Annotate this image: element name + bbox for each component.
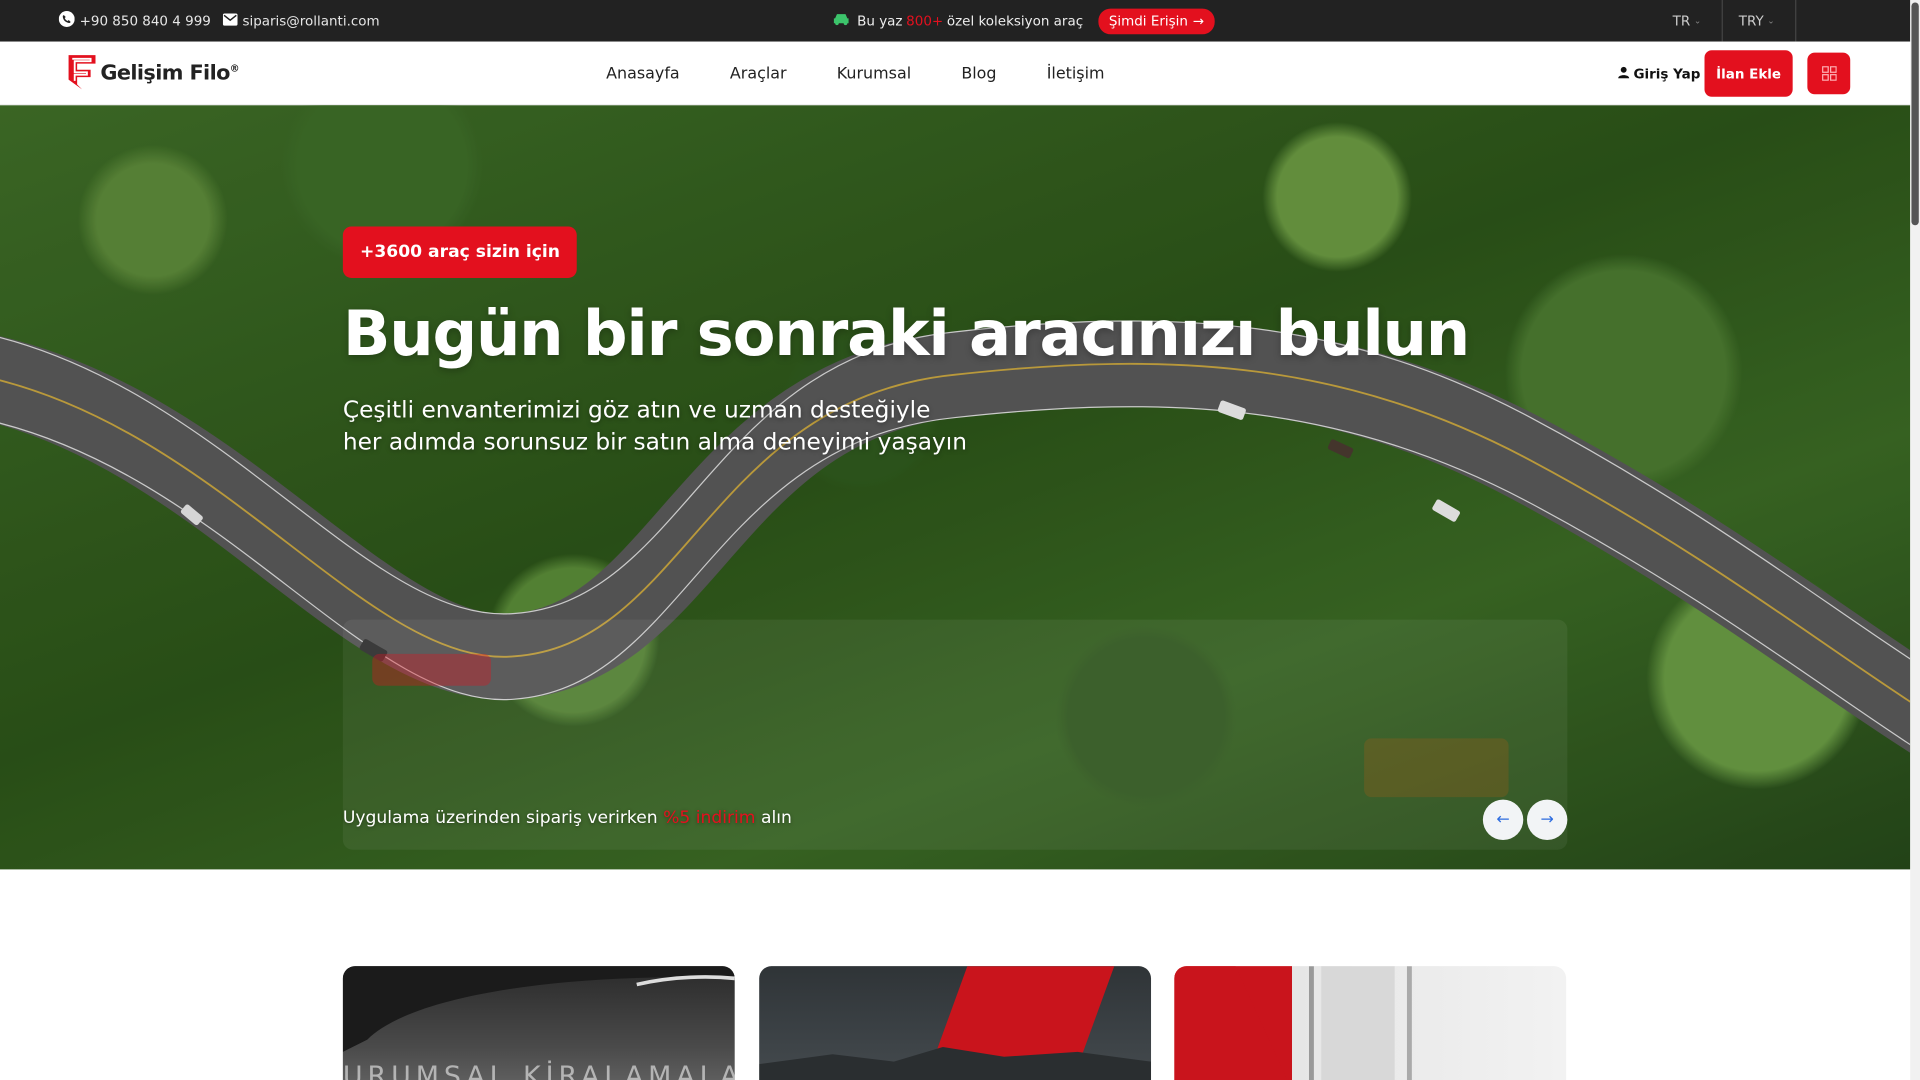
currency-value: TRY (1738, 12, 1764, 29)
chevron-down-icon: ⌄ (1693, 15, 1702, 26)
scrollbar-thumb[interactable] (1911, 2, 1919, 226)
card-title: URUMSAL KİRALAMALAR (342, 1061, 735, 1080)
page-scrollbar[interactable] (1910, 0, 1920, 1080)
access-now-button[interactable]: Şimdi Erişin → (1097, 7, 1216, 34)
promo-suffix: alın (760, 808, 792, 828)
phone-number: +90 850 840 4 999 (79, 12, 211, 29)
building-image (1174, 966, 1412, 1080)
service-card[interactable] (1174, 966, 1567, 1080)
add-listing-button[interactable]: İlan Ekle (1704, 50, 1793, 97)
promo-suffix: özel koleksiyon araç (946, 12, 1084, 29)
logo-mark-icon (66, 53, 98, 95)
email-address: siparis@rollanti.com (242, 12, 380, 29)
top-promo: Bu yaz 800+ özel koleksiyon araç Şimdi E… (833, 0, 1216, 42)
grid-icon (1821, 62, 1837, 85)
slider-next-button[interactable]: → (1526, 799, 1568, 841)
site-logo[interactable]: Gelişim Filo® (66, 51, 240, 95)
promo-prefix: Bu yaz (857, 12, 903, 29)
nav-item-contact[interactable]: İletişim (1047, 64, 1105, 82)
service-card[interactable] (759, 966, 1152, 1080)
hero-title: Bugün bir sonraki aracınızı bulun (342, 298, 1470, 372)
login-link[interactable]: Giriş Yap (1618, 42, 1701, 106)
logo-text: Gelişim Filo® (100, 61, 239, 86)
badge-text: +3600 araç sizin için (360, 242, 560, 263)
hero-subtitle-line-2: her adımda sorunsuz bir satın alma deney… (342, 428, 967, 456)
hero-subtitle: Çeşitli envanterimizi göz atın ve uzman … (343, 394, 980, 458)
language-value: TR (1672, 12, 1691, 29)
car-icon (833, 12, 850, 29)
search-tab-active[interactable] (372, 653, 492, 686)
login-label: Giriş Yap (1633, 65, 1701, 82)
phone-contact[interactable]: +90 850 840 4 999 (58, 0, 211, 42)
email-contact[interactable]: siparis@rollanti.com (222, 0, 380, 42)
mountain-image (759, 966, 1152, 1080)
user-icon (1618, 66, 1630, 82)
hero-subtitle-line-1: Çeşitli envanterimizi göz atın ve uzman … (342, 396, 931, 424)
search-tab[interactable] (504, 654, 614, 686)
add-listing-label: İlan Ekle (1716, 65, 1782, 82)
currency-selector[interactable]: TRY ⌄ (1739, 0, 1775, 42)
nav-item-corporate[interactable]: Kurumsal (837, 64, 911, 82)
divider (1795, 0, 1797, 42)
arrow-right-icon: → (1192, 12, 1205, 29)
top-bar: +90 850 840 4 999 siparis@rollanti.com B… (0, 0, 1911, 42)
search-button[interactable] (1364, 738, 1509, 798)
phone-icon (58, 11, 75, 31)
nav-item-home[interactable]: Anasayfa (606, 64, 680, 82)
vehicle-count-badge: +3600 araç sizin için (342, 226, 578, 278)
arrow-left-icon: ← (1496, 810, 1510, 829)
menu-grid-button[interactable] (1807, 52, 1851, 95)
promo-highlight: %5 indirim (663, 808, 756, 828)
page: +90 850 840 4 999 siparis@rollanti.com B… (0, 0, 1920, 1080)
mail-icon (222, 12, 238, 29)
service-card-corporate[interactable]: URUMSAL KİRALAMALAR (342, 966, 735, 1080)
arrow-right-icon: → (1540, 810, 1554, 829)
nav-item-vehicles[interactable]: Araçlar (730, 64, 787, 82)
access-now-label: Şimdi Erişin (1108, 12, 1188, 29)
hero-section: +3600 araç sizin için Bugün bir sonraki … (0, 105, 1911, 870)
main-nav: Anasayfa Araçlar Kurumsal Blog İletişim (606, 42, 1155, 106)
promo-count: 800+ (906, 12, 944, 29)
slider-prev-button[interactable]: ← (1482, 799, 1524, 841)
divider (1721, 0, 1723, 42)
app-discount-promo: Uygulama üzerinden sipariş verirken %5 i… (343, 808, 792, 828)
chevron-down-icon: ⌄ (1767, 15, 1775, 26)
main-header: Gelişim Filo® Anasayfa Araçlar Kurumsal … (0, 41, 1911, 106)
search-tab[interactable] (624, 654, 734, 686)
promo-prefix: Uygulama üzerinden sipariş verirken (342, 808, 658, 828)
language-selector[interactable]: TR ⌄ (1673, 0, 1701, 42)
nav-item-blog[interactable]: Blog (961, 64, 996, 82)
